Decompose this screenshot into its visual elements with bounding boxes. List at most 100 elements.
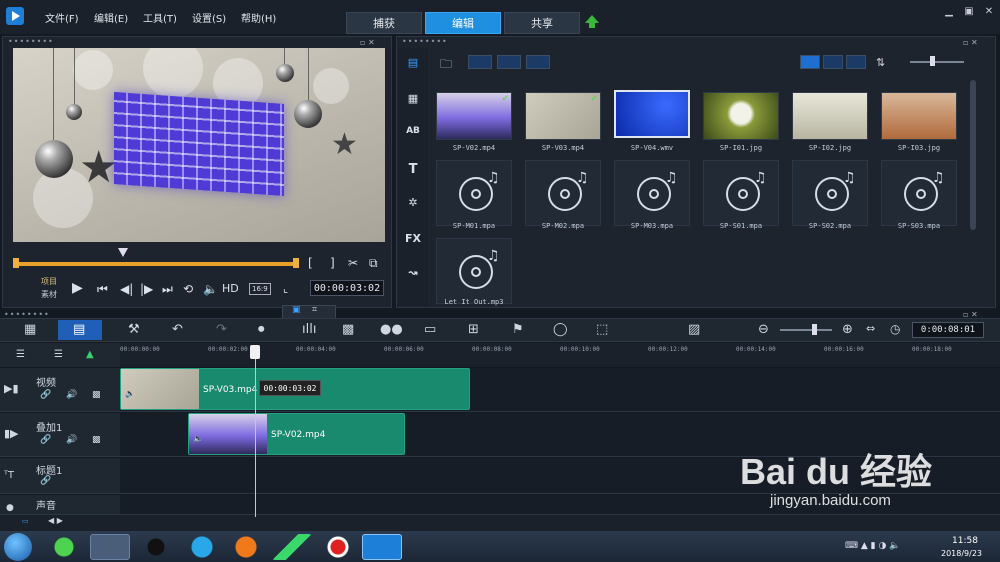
subtitle-editor-icon[interactable]: ▭ — [424, 322, 436, 337]
auto-music-icon[interactable]: ▩ — [342, 322, 354, 337]
detail-view-button[interactable] — [823, 55, 843, 69]
split-clip-icon[interactable]: ✂ — [348, 256, 358, 270]
taskbar-videostudio-icon[interactable] — [362, 534, 402, 560]
transition-icon[interactable]: AB — [404, 126, 422, 142]
scroll-left-icon[interactable]: ◀ ▶ — [48, 516, 63, 525]
tab-capture[interactable]: 捕获 — [346, 12, 422, 34]
time-remapping-icon[interactable]: ⚑ — [512, 322, 524, 337]
repeat-icon[interactable]: ⟲ — [183, 282, 193, 296]
taskbar-explorer-icon[interactable] — [90, 534, 130, 560]
record-capture-icon[interactable]: ⏺ — [258, 322, 265, 337]
path-icon[interactable]: ↝ — [404, 266, 422, 282]
zoom-mode-buttons[interactable] — [282, 305, 336, 319]
list-view-button[interactable] — [800, 55, 820, 69]
tools-icon[interactable]: ⚒ — [128, 322, 140, 337]
taskbar-firefox-icon[interactable] — [226, 534, 266, 560]
link-icon[interactable]: 🔗 — [40, 390, 51, 400]
project-mode-label[interactable]: 项目 — [41, 276, 57, 287]
track-header-voice[interactable]: ● 声音 — [0, 495, 120, 515]
track-header-title[interactable]: ᵀT 标题1 🔗 — [0, 458, 120, 494]
taskbar-browser-icon[interactable] — [44, 534, 84, 560]
scrubber-handle[interactable] — [118, 248, 128, 257]
fit-project-icon[interactable]: ⇔ — [866, 322, 875, 335]
mark-out-button[interactable]: ] — [330, 256, 335, 270]
media-icon[interactable]: ▤ — [404, 56, 422, 72]
link-icon[interactable]: 🔗 — [40, 476, 51, 486]
audio-thumbnail[interactable]: ♫ — [525, 160, 601, 226]
trim-end-handle[interactable] — [293, 258, 299, 268]
tab-edit[interactable]: 编辑 — [425, 12, 501, 34]
menu-tools[interactable]: 工具(T) — [143, 10, 177, 25]
zoom-slider[interactable] — [780, 329, 832, 331]
upload-icon[interactable] — [585, 15, 599, 28]
media-thumbnail[interactable] — [881, 92, 957, 140]
playhead[interactable] — [255, 347, 256, 517]
zoom-out-icon[interactable]: ⊖ — [758, 322, 769, 337]
overlay-clip[interactable]: 🔈 SP-V02.mp4 — [188, 413, 405, 455]
undo-icon[interactable]: ↶ — [172, 322, 183, 337]
zoom-slider-handle[interactable] — [812, 324, 817, 335]
trim-start-handle[interactable] — [13, 258, 19, 268]
media-thumbnail[interactable] — [614, 90, 690, 138]
previous-frame-icon[interactable]: ◀| — [120, 282, 133, 296]
player-timecode[interactable]: 00:00:03:02 — [310, 280, 384, 296]
media-thumbnail[interactable]: ✔ — [436, 92, 512, 140]
pan-zoom-editor-icon[interactable]: ⬚ — [596, 322, 608, 337]
mute-icon[interactable]: 🔊 — [66, 390, 77, 400]
enlarge-icon[interactable]: ⧉ — [369, 256, 378, 271]
audio-thumbnail[interactable]: ♫ — [614, 160, 690, 226]
show-photo-button[interactable] — [497, 55, 521, 69]
hd-toggle[interactable]: HD — [222, 282, 239, 295]
track-header-overlay[interactable]: ▮▶ 叠加1 🔗 🔊 ▩ — [0, 413, 120, 457]
track-grid-icon[interactable]: ▩ — [92, 435, 101, 445]
show-audio-button[interactable] — [526, 55, 550, 69]
restore-button[interactable]: ▣ — [963, 6, 975, 18]
end-icon[interactable]: ⏭ — [162, 282, 173, 297]
clip-mode-label[interactable]: 素材 — [41, 289, 57, 300]
menu-settings[interactable]: 设置(S) — [192, 10, 226, 25]
scroll-start-icon[interactable]: ▭ — [22, 517, 29, 525]
instant-project-icon[interactable]: ▦ — [404, 92, 422, 108]
start-button[interactable] — [4, 533, 32, 561]
media-thumbnail[interactable] — [703, 92, 779, 140]
zoom-in-icon[interactable]: ⊕ — [842, 322, 853, 337]
thumb-size-slider[interactable] — [910, 61, 964, 63]
audio-thumbnail[interactable]: ♫ — [703, 160, 779, 226]
crop-icon[interactable]: ⌗ — [312, 305, 317, 315]
preview-window[interactable]: ★ ★ — [13, 48, 385, 242]
thumbnail-view-button[interactable] — [846, 55, 866, 69]
trim-bar[interactable] — [14, 262, 298, 266]
aspect-ratio-button[interactable]: 16:9 — [249, 283, 271, 295]
mark-in-button[interactable]: [ — [308, 256, 313, 270]
audio-thumbnail[interactable]: ♫ — [792, 160, 868, 226]
timeline-scroll-bar[interactable] — [0, 515, 1000, 531]
menu-help[interactable]: 帮助(H) — [241, 10, 276, 25]
graphics-icon[interactable]: ✲ — [404, 196, 422, 212]
add-folder-icon[interactable]: 🗀 — [440, 55, 452, 76]
panel-close-icon[interactable]: ▫ ✕ — [360, 38, 375, 47]
panel-close-icon[interactable]: ▫ ✕ — [963, 38, 978, 47]
minimize-button[interactable]: ▁ — [943, 6, 955, 18]
track-manager-icon[interactable]: ☰ — [16, 349, 25, 360]
volume-icon[interactable]: 🔈 — [203, 282, 218, 296]
audio-thumbnail[interactable]: ♫ — [436, 160, 512, 226]
smart-render-icon[interactable]: ▨ — [688, 322, 700, 337]
motion-tracking-icon[interactable]: ●● — [380, 322, 403, 337]
mute-icon[interactable]: 🔊 — [66, 435, 77, 445]
add-chapter-icon[interactable]: ☰ — [54, 349, 63, 360]
close-button[interactable]: ✕ — [983, 6, 995, 18]
sort-icon[interactable]: ⇅ — [876, 56, 885, 69]
taskbar-app-icon[interactable] — [272, 534, 312, 560]
link-icon[interactable]: 🔗 — [40, 435, 51, 445]
taskbar-media-icon[interactable] — [182, 534, 222, 560]
menu-file[interactable]: 文件(F) — [45, 10, 79, 25]
home-icon[interactable]: ⏮ — [97, 282, 108, 297]
thumb-size-handle[interactable] — [930, 56, 935, 66]
audio-thumbnail[interactable]: ♫ — [881, 160, 957, 226]
audio-mixer-icon[interactable]: ıllı — [302, 322, 316, 337]
audio-thumbnail[interactable]: ♫ — [436, 238, 512, 304]
taskbar-record-icon[interactable] — [318, 534, 358, 560]
storyboard-view-icon[interactable]: ▦ — [24, 322, 36, 337]
pan-zoom-icon[interactable]: ▣ — [292, 305, 301, 315]
media-thumbnail[interactable]: ✔ — [525, 92, 601, 140]
